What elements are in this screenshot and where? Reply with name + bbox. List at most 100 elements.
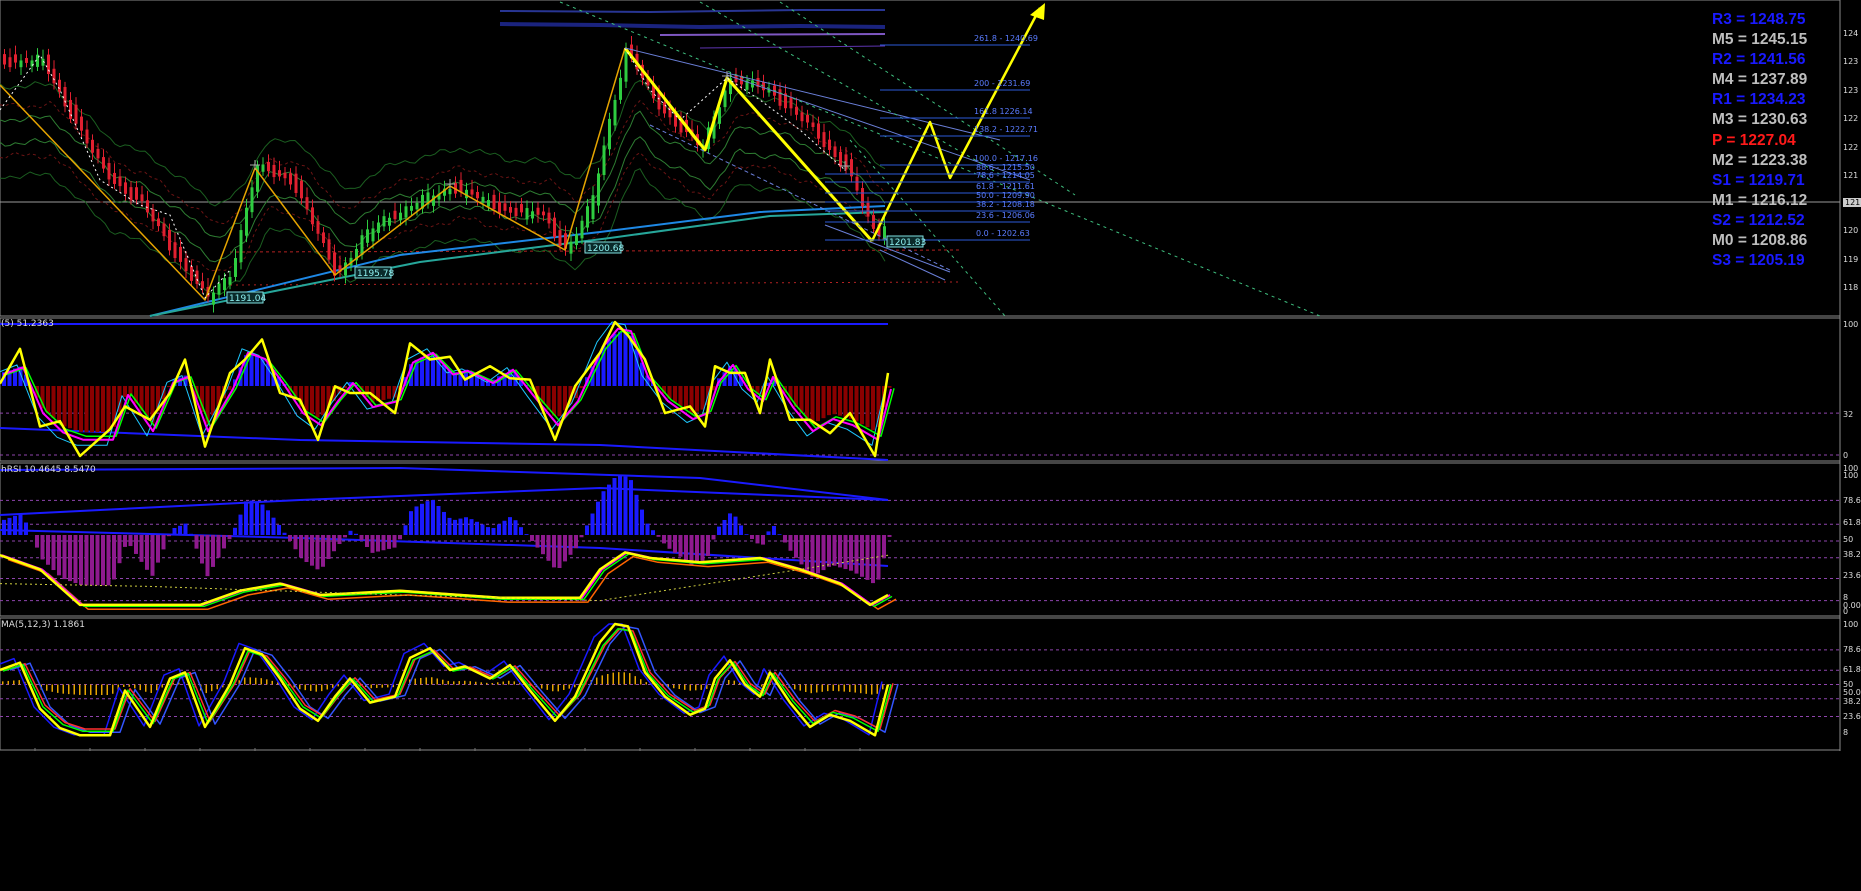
osc2-hist-bar xyxy=(112,535,116,580)
osc3-hist-bar xyxy=(249,677,251,685)
osc2-hist-bar xyxy=(684,535,688,561)
osc1-hist-bar xyxy=(827,386,831,416)
channel-line xyxy=(824,224,951,273)
current-price-tag: 121 xyxy=(1843,198,1861,207)
osc2-hist-bar xyxy=(744,534,749,535)
price-label: 1201.83 xyxy=(889,238,926,248)
osc1-hist-bar xyxy=(73,386,78,431)
osc2-hist-bar xyxy=(425,501,430,535)
osc2-band xyxy=(0,487,889,516)
osc2-hist-bar xyxy=(761,535,765,545)
osc2-hist-bar xyxy=(376,535,380,552)
candle-body xyxy=(107,163,111,180)
osc2-hist-bar xyxy=(288,535,292,541)
candle-body xyxy=(514,207,518,217)
candle-body xyxy=(855,176,859,191)
candle-body xyxy=(140,194,144,202)
candle-body xyxy=(267,161,270,172)
osc3-hist-bar xyxy=(871,684,873,695)
candle-body xyxy=(558,230,562,246)
osc2-hist-bar xyxy=(233,527,237,535)
osc2-hist-bar xyxy=(563,535,567,562)
osc2-hist-bar xyxy=(497,524,501,535)
osc3-hist-bar xyxy=(84,684,86,695)
osc2-hist-bar xyxy=(40,535,45,560)
candle-body xyxy=(168,229,171,251)
candle-body xyxy=(289,173,292,185)
candle-body xyxy=(404,206,408,218)
osc3-hist-bar xyxy=(827,684,829,692)
osc3-hist-bar xyxy=(794,684,796,690)
osc1-hist-bar xyxy=(255,356,259,386)
osc2-hist-bar xyxy=(293,535,298,550)
osc2-hist-bar xyxy=(854,535,859,574)
osc1-hist-bar xyxy=(310,386,314,415)
osc1-hist-bar xyxy=(860,386,864,425)
candle-body xyxy=(30,60,34,67)
candle-body xyxy=(503,203,507,211)
osc3-hist-bar xyxy=(134,684,136,689)
channel-line xyxy=(649,124,951,271)
osc1-hist-bar xyxy=(211,386,215,416)
osc2-hist-bar xyxy=(46,535,50,565)
candle-body xyxy=(151,209,155,222)
candle-body xyxy=(492,194,496,210)
osc3-hist-bar xyxy=(128,684,130,687)
osc2-hist-bar xyxy=(431,500,435,535)
osc3-line-yellow xyxy=(0,622,890,737)
osc3-hist-bar xyxy=(486,682,488,685)
osc3-hist-bar xyxy=(123,684,125,687)
candle-body xyxy=(778,89,782,106)
osc3-hist-bar xyxy=(728,680,730,685)
candle-body xyxy=(536,207,540,215)
lines-layer xyxy=(0,1,1321,737)
osc2-axis-tick: 50 xyxy=(1843,535,1854,544)
osc3-hist-bar xyxy=(612,672,614,685)
osc2-hist-bar xyxy=(480,524,485,535)
candle-body xyxy=(228,277,232,285)
osc1-hist-bar xyxy=(557,386,562,417)
osc2-hist-bar xyxy=(24,522,28,535)
osc2-hist-bar xyxy=(541,535,545,555)
osc3-hist-bar xyxy=(90,684,92,695)
ma-envelope xyxy=(0,136,886,263)
osc2-hist-bar xyxy=(7,517,12,535)
osc3-hist-bar xyxy=(854,684,856,693)
pivot-p: P = 1227.04 xyxy=(1712,131,1796,149)
osc2-hist-bar xyxy=(145,535,149,570)
osc1-hist-bar xyxy=(673,386,677,403)
osc2-hist-bar xyxy=(750,535,754,539)
osc3-hist-bar xyxy=(425,677,427,685)
osc2-hist-bar xyxy=(266,510,270,535)
price-axis-tick: 123 xyxy=(1843,57,1859,66)
osc3-hist-bar xyxy=(211,684,213,692)
osc2-hist-bar xyxy=(95,535,100,586)
osc3-hist-bar xyxy=(255,677,257,685)
osc3-hist-bar xyxy=(436,678,438,685)
osc2-hist-bar xyxy=(194,535,199,549)
osc2-hist-bar xyxy=(590,513,595,535)
osc2-hist-bar xyxy=(51,535,56,571)
osc3-hist-bar xyxy=(387,684,389,688)
osc3-hist-bar xyxy=(68,684,70,695)
candle-body xyxy=(124,182,127,194)
fib-level-label: 138.2 - 1222.71 xyxy=(974,125,1038,134)
osc2-pane-label: hRSI 10.4645 8.5470 xyxy=(1,465,96,475)
candle-body xyxy=(195,270,199,284)
osc3-hist-bar xyxy=(689,684,691,691)
candle-body xyxy=(624,49,628,82)
candle-body xyxy=(586,206,589,228)
candle-body xyxy=(91,139,94,153)
osc2-hist-bar xyxy=(475,521,479,535)
osc2-hist-bar xyxy=(205,535,210,577)
osc3-hist-bar xyxy=(832,684,834,691)
osc1-hist-bar xyxy=(854,386,859,422)
price-axis-tick: 122 xyxy=(1843,114,1859,123)
osc1-hist-bar xyxy=(101,386,105,433)
osc3-hist-bar xyxy=(645,682,647,685)
osc1-hist-bar xyxy=(106,386,111,433)
osc2-hist-bar xyxy=(359,535,364,541)
candle-body xyxy=(388,217,391,226)
osc2-hist-bar xyxy=(84,535,89,586)
candle-body xyxy=(789,96,793,109)
